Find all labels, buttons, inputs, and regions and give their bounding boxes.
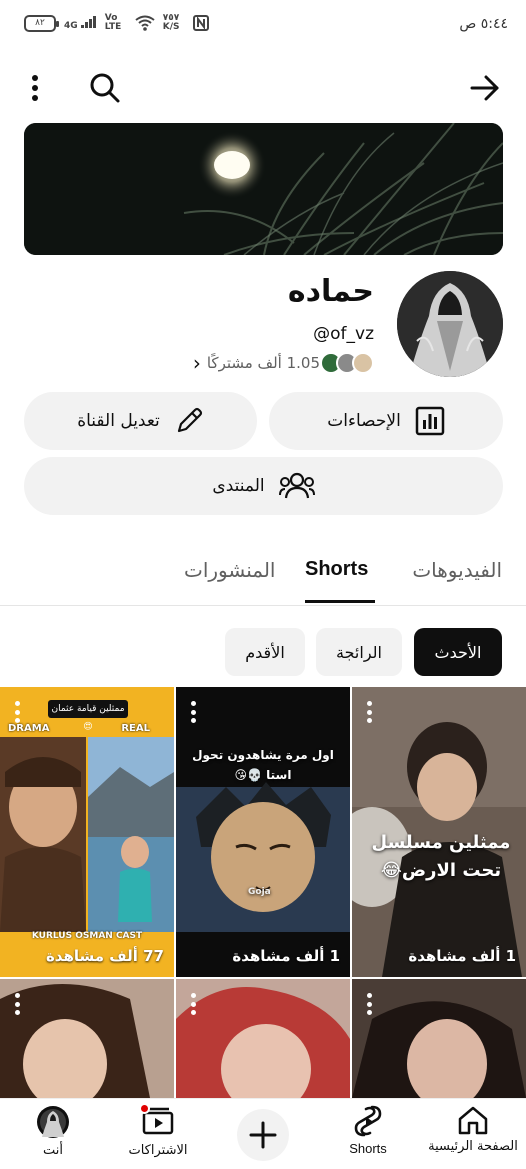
nav-you-label: أنت <box>43 1143 63 1158</box>
nav-home[interactable]: الصفحة الرئيسية <box>423 1105 523 1154</box>
more-vertical-icon[interactable] <box>186 993 200 1015</box>
short-views: 1 ألف مشاهدة <box>232 947 340 965</box>
home-icon <box>458 1106 488 1135</box>
chip-oldest[interactable]: الأقدم <box>225 628 305 676</box>
profile-avatar <box>37 1106 69 1138</box>
search-button[interactable] <box>83 66 127 110</box>
short-thumbnail <box>176 687 350 977</box>
status-icons: ٨٢ 4G Vo LTE ٧٥٧ K/S <box>24 14 209 32</box>
top-app-bar <box>0 60 526 116</box>
back-button[interactable] <box>463 66 507 110</box>
tab-videos[interactable]: الفيديوهات <box>412 558 502 582</box>
short-card[interactable] <box>176 979 350 1098</box>
short-card[interactable]: ممثلين مسلسل تحت الارض😂 1 ألف مشاهدة <box>352 687 526 977</box>
network-type: 4G <box>64 15 97 31</box>
active-tab-indicator <box>305 600 375 603</box>
wifi-icon <box>135 15 155 31</box>
search-icon <box>90 73 120 103</box>
short-label-left: DRAMA <box>8 723 50 734</box>
subscriber-count: 1.05 ألف مشتركًا <box>206 354 320 372</box>
nav-shorts-label: Shorts <box>349 1141 387 1156</box>
short-label-right: REAL <box>121 723 150 734</box>
short-card[interactable] <box>0 979 174 1098</box>
subscribers-row[interactable]: › 1.05 ألف مشتركًا <box>193 351 374 375</box>
bar-chart-icon <box>415 406 445 436</box>
short-caption: ممثلين قيامة عثمان 😍 <box>48 700 128 732</box>
arrow-right-icon <box>470 75 499 101</box>
nfc-icon <box>192 15 209 31</box>
more-vertical-icon[interactable] <box>10 993 24 1015</box>
more-vertical-icon <box>32 75 38 101</box>
battery-icon: ٨٢ <box>24 14 59 32</box>
short-thumbnail <box>176 979 350 1098</box>
channel-tabs: الفيديوهات Shorts المنشورات <box>0 548 526 606</box>
nav-subscriptions[interactable]: الاشتراكات <box>108 1103 208 1158</box>
more-vertical-icon[interactable] <box>186 701 200 723</box>
channel-name: حماده <box>287 274 374 309</box>
subscriber-avatars <box>320 352 374 374</box>
nav-subscriptions-label: الاشتراكات <box>128 1143 188 1158</box>
short-card[interactable]: ممثلين قيامة عثمان 😍 DRAMA REAL KURLUS O… <box>0 687 174 977</box>
nav-home-label: الصفحة الرئيسية <box>428 1139 518 1154</box>
stats-label: الإحصاءات <box>327 411 401 431</box>
subscriptions-icon-wrap <box>139 1103 175 1139</box>
tab-posts[interactable]: المنشورات <box>184 558 275 582</box>
short-tag: Goja <box>248 887 271 897</box>
edit-channel-label: تعديل القناة <box>77 411 160 431</box>
channel-banner <box>24 123 503 255</box>
notification-dot <box>139 1103 150 1114</box>
short-thumbnail <box>352 979 526 1098</box>
short-caption: ممثلين مسلسل تحت الارض😂 <box>371 832 511 881</box>
edit-channel-button[interactable]: تعديل القناة <box>24 392 257 450</box>
bottom-navigation: الصفحة الرئيسية Shorts الاشتراكات أنت <box>0 1098 526 1169</box>
channel-handle: @of_vz <box>313 324 374 344</box>
more-vertical-icon[interactable] <box>10 701 24 723</box>
more-vertical-icon[interactable] <box>362 701 376 723</box>
plus-icon <box>249 1121 277 1149</box>
short-views: 1 ألف مشاهدة <box>408 947 516 965</box>
more-options-button[interactable] <box>13 66 57 110</box>
chip-popular[interactable]: الرائجة <box>316 628 402 676</box>
signal-icon <box>80 15 96 28</box>
more-vertical-icon[interactable] <box>362 993 376 1015</box>
short-footer: KURLUS OSMAN CAST <box>31 931 143 941</box>
nav-shorts[interactable]: Shorts <box>318 1105 418 1156</box>
short-card[interactable] <box>352 979 526 1098</box>
short-caption: اول مرة يشاهدون تحول استا 💀😘 <box>192 748 334 782</box>
stats-button[interactable]: الإحصاءات <box>269 392 503 450</box>
create-button[interactable] <box>237 1109 289 1161</box>
channel-avatar[interactable] <box>397 271 503 377</box>
pencil-icon <box>177 407 202 433</box>
short-card[interactable]: اول مرة يشاهدون تحول استا 💀😘 Goja 1 ألف … <box>176 687 350 977</box>
avatar-image <box>397 271 503 377</box>
nav-you[interactable]: أنت <box>3 1105 103 1158</box>
tab-shorts[interactable]: Shorts <box>305 558 368 581</box>
subscriber-avatar <box>352 352 374 374</box>
chevron-left-icon: › <box>192 351 201 375</box>
short-views: 77 ألف مشاهدة <box>45 947 164 965</box>
network-speed: ٧٥٧ K/S <box>162 13 180 32</box>
banner-image <box>24 123 503 255</box>
volte-indicator: Vo LTE <box>104 13 122 32</box>
short-thumbnail <box>0 979 174 1098</box>
shorts-icon <box>354 1105 382 1137</box>
status-bar: ٨٢ 4G Vo LTE ٧٥٧ K/S ٥:٤٤ ص <box>0 0 526 52</box>
community-label: المنتدى <box>212 476 265 496</box>
chip-latest[interactable]: الأحدث <box>414 628 502 676</box>
community-button[interactable]: المنتدى <box>24 457 503 515</box>
community-icon <box>278 472 315 499</box>
clock: ٥:٤٤ ص <box>459 16 508 32</box>
